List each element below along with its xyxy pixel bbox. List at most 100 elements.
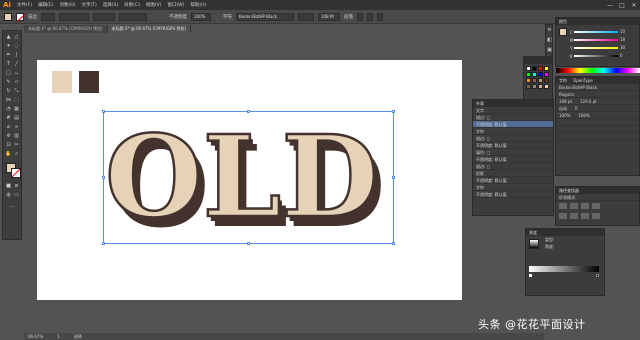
stroke-color-swatch[interactable] [11, 168, 21, 178]
free-transform-tool-icon[interactable]: ⬚ [13, 97, 20, 104]
artboard-tool-icon[interactable]: ⊡ [5, 142, 12, 149]
align-left-button[interactable] [357, 12, 363, 21]
handle-top-center[interactable] [247, 110, 250, 113]
appearance-row[interactable]: 不透明度: 默认值 [473, 191, 553, 198]
paragraph-label[interactable]: 段落 [344, 14, 353, 20]
more-tools-icon[interactable]: … [9, 203, 16, 210]
black-value[interactable]: 0 [620, 53, 634, 59]
opacity-field[interactable]: 100% [191, 12, 211, 21]
appearance-row[interactable]: 不透明度: 默认值 [473, 177, 553, 184]
swatch-6[interactable] [538, 72, 543, 77]
black-slider[interactable] [574, 55, 618, 57]
swatch-7[interactable] [544, 72, 549, 77]
minus-front-button[interactable] [570, 203, 578, 209]
line-tool-icon[interactable]: ╱ [13, 61, 20, 68]
curvature-tool-icon[interactable]: ∫ [13, 52, 20, 59]
menu-edit[interactable]: 编辑(E) [38, 2, 53, 8]
swatch-4[interactable] [526, 72, 531, 77]
eraser-tool-icon[interactable]: ▱ [13, 79, 20, 86]
tab-document-2[interactable]: 未标题-2* @ 66.67% (CMYK/GPU 预览) [107, 25, 192, 33]
font-family-select[interactable]: BodoniStdHP Black [556, 84, 639, 91]
rotate-tool-icon[interactable]: ↻ [5, 88, 12, 95]
menu-file[interactable]: 文件(F) [17, 2, 32, 8]
mesh-tool-icon[interactable]: # [5, 115, 12, 122]
character-tab[interactable]: 字符 [559, 77, 567, 84]
gradient-tool-icon[interactable]: ▤ [13, 115, 20, 122]
leading-value[interactable]: 129.6 pt [580, 98, 597, 104]
draw-mode-icon[interactable]: ◍ [5, 192, 12, 199]
gradient-preview[interactable] [529, 239, 539, 249]
artboard-number[interactable]: 1 [57, 334, 60, 339]
menu-window[interactable]: 窗口(W) [167, 2, 184, 8]
horizontal-scale-value[interactable]: 100% [578, 112, 589, 118]
handle-middle-right[interactable] [392, 176, 395, 179]
baseline-row[interactable] [556, 119, 639, 126]
font-style-select[interactable]: Regular [556, 91, 639, 98]
lasso-tool-icon[interactable]: ◌ [13, 43, 20, 50]
appearance-row[interactable]: 字符 [473, 128, 553, 135]
stroke-swatch[interactable] [16, 12, 25, 22]
graph-tool-icon[interactable]: ▥ [13, 133, 20, 140]
appearance-row[interactable]: 填色: ▢ [473, 149, 553, 156]
exclude-button[interactable] [592, 203, 600, 209]
color-panel-title[interactable]: 颜色 [559, 18, 567, 25]
swatch-9[interactable] [532, 78, 537, 83]
handle-bottom-right[interactable] [392, 242, 395, 245]
fill-swatch[interactable] [4, 12, 12, 21]
yellow-value[interactable]: 30 [620, 45, 634, 51]
appearance-row[interactable]: 描边: ▢ [473, 114, 553, 121]
swatch-15[interactable] [544, 84, 549, 89]
font-size-field[interactable]: 108 Pt [318, 12, 340, 21]
libraries-icon[interactable]: ▣ [546, 47, 553, 54]
pathfinder-panel-title[interactable]: 路径查找器 [559, 187, 579, 194]
divide-button[interactable] [559, 213, 567, 219]
gradient-ramp[interactable] [529, 266, 599, 272]
swatch-5[interactable] [532, 72, 537, 77]
variable-width-field[interactable] [59, 12, 89, 21]
magic-wand-tool-icon[interactable]: ✦ [5, 43, 12, 50]
brush-field[interactable] [93, 12, 115, 21]
perspective-tool-icon[interactable]: ▦ [13, 106, 20, 113]
symbol-sprayer-tool-icon[interactable]: ✲ [5, 133, 12, 140]
maximize-button[interactable]: □ [616, 2, 628, 9]
language-row[interactable] [556, 133, 639, 140]
appearance-panel-title[interactable]: 外观 [476, 100, 484, 107]
handle-top-left[interactable] [102, 110, 105, 113]
blend-tool-icon[interactable]: ∞ [13, 124, 20, 131]
zoom-level[interactable]: 66.67% [28, 334, 43, 339]
menu-effect[interactable]: 效果(C) [124, 2, 140, 8]
vertical-scale-value[interactable]: 100% [559, 112, 570, 118]
menu-type[interactable]: 文字(T) [82, 2, 97, 8]
menu-object[interactable]: 对象(O) [59, 2, 75, 8]
magenta-slider[interactable] [574, 39, 618, 41]
crop-button[interactable] [592, 213, 600, 219]
color-mode-icon[interactable]: ■ [5, 183, 12, 190]
appearance-row[interactable]: 不透明度: 默认值 [473, 121, 553, 128]
swatch-12[interactable] [526, 84, 531, 89]
appearance-row[interactable]: 投影 [473, 170, 553, 177]
rotation-row[interactable] [556, 126, 639, 133]
pen-tool-icon[interactable]: ✒ [5, 52, 12, 59]
gradient-panel-title[interactable]: 渐变 [529, 229, 537, 236]
swatch-3[interactable] [544, 66, 549, 71]
opentype-tab[interactable]: OpenType [573, 77, 593, 84]
swatches-panel-header[interactable] [524, 57, 552, 64]
beige-swatch-tile[interactable] [52, 71, 72, 93]
shape-builder-tool-icon[interactable]: ◔ [5, 106, 12, 113]
hand-tool-icon[interactable]: ✋ [5, 151, 12, 158]
direct-selection-tool-icon[interactable]: △ [13, 34, 20, 41]
appearance-row[interactable]: 描边: ▢ [473, 163, 553, 170]
font-style-field[interactable] [298, 12, 314, 21]
slice-tool-icon[interactable]: ✂ [13, 142, 20, 149]
tab-document-1[interactable]: 未标题-1* @ 66.67% (CMYK/GPU 预览) [24, 25, 108, 33]
menu-help[interactable]: 帮助(H) [190, 2, 206, 8]
align-center-button[interactable] [367, 12, 373, 21]
handle-bottom-left[interactable] [102, 242, 105, 245]
width-tool-icon[interactable]: ⋈ [5, 97, 12, 104]
cyan-slider[interactable] [574, 31, 618, 33]
properties-icon[interactable]: ≡ [546, 27, 553, 34]
menu-select[interactable]: 选择(S) [103, 2, 118, 8]
handle-top-right[interactable] [392, 110, 395, 113]
cyan-value[interactable]: 10 [620, 29, 634, 35]
character-label[interactable]: 字符 [223, 14, 232, 20]
